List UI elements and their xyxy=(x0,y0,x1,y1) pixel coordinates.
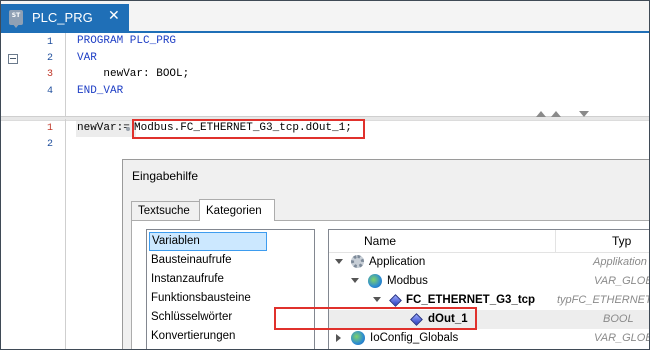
highlight-box xyxy=(132,119,365,139)
column-separator[interactable] xyxy=(555,230,556,252)
category-item[interactable]: Instanzaufrufe xyxy=(149,270,307,289)
editor-window: ST PLC_PRG ✕ 1 2 3 4 PROGRAM PLC_PRG VAR… xyxy=(0,0,650,350)
gutter-divider xyxy=(65,119,66,349)
tree-row[interactable]: Modbus VAR_GLOBAL xyxy=(329,272,649,291)
tree-item-name: Modbus xyxy=(387,275,428,287)
tree-item-name: IoConfig_Globals xyxy=(370,332,459,344)
category-item[interactable]: Variablen xyxy=(149,232,267,251)
close-icon[interactable]: ✕ xyxy=(108,8,120,24)
category-item[interactable]: Funktionsbausteine xyxy=(149,289,307,308)
category-list: Variablen Bausteinaufrufe Instanzaufrufe… xyxy=(146,229,315,349)
code-lhs[interactable]: newVar:= xyxy=(77,122,130,134)
expanded-icon[interactable] xyxy=(351,278,359,283)
tree-item-name: FC_ETHERNET_G3_tcp xyxy=(406,294,536,306)
st-file-icon: ST xyxy=(9,10,23,25)
symbol-tree: Name Typ Application Applikation Modbus … xyxy=(328,229,649,349)
tab-strip: ST PLC_PRG ✕ xyxy=(1,1,649,31)
tab-plc-prg[interactable]: ST PLC_PRG ✕ xyxy=(1,4,129,31)
code-line[interactable]: END_VAR xyxy=(77,85,123,97)
code-line[interactable]: PROGRAM PLC_PRG xyxy=(77,35,176,47)
tree-row[interactable]: IoConfig_Globals VAR_GLOBAL xyxy=(329,329,649,348)
tree-row[interactable]: Application Applikation xyxy=(329,253,649,272)
column-header-type[interactable]: Typ xyxy=(612,234,631,248)
code-line[interactable]: VAR xyxy=(77,52,97,64)
dialog-body: Variablen Bausteinaufrufe Instanzaufrufe… xyxy=(131,220,649,349)
highlight-box xyxy=(274,307,477,330)
line-number: 4 xyxy=(46,86,53,97)
column-header-name[interactable]: Name xyxy=(364,234,396,248)
line-number: 3 xyxy=(46,69,53,80)
splitter-up-icon[interactable] xyxy=(536,111,546,117)
tree-item-type: Applikation xyxy=(593,256,647,268)
line-number: 1 xyxy=(46,123,53,134)
collapsed-icon[interactable] xyxy=(336,334,341,342)
category-item[interactable]: Bausteinaufrufe xyxy=(149,251,307,270)
caret-icon xyxy=(126,127,130,131)
tab-textsuche[interactable]: Textsuche xyxy=(131,201,201,220)
expanded-icon[interactable] xyxy=(373,297,381,302)
gutter-divider xyxy=(65,33,66,116)
tree-item-type: VAR_GLOBAL xyxy=(594,275,649,287)
tab-underline xyxy=(1,31,649,33)
line-number: 2 xyxy=(46,139,53,150)
tab-label: PLC_PRG xyxy=(32,10,93,25)
global-vars-icon xyxy=(351,331,365,345)
tree-header: Name Typ xyxy=(329,230,649,253)
tree-item-type: VAR_GLOBAL xyxy=(594,332,649,344)
tree-item-type: typFC_ETHERNET_G xyxy=(557,294,649,306)
splitter-down-icon[interactable] xyxy=(579,111,589,117)
tree-item-type: BOOL xyxy=(603,313,634,325)
expanded-icon[interactable] xyxy=(335,259,343,264)
dialog-title: Eingabehilfe xyxy=(132,169,199,183)
tab-kategorien[interactable]: Kategorien xyxy=(199,199,275,221)
line-number: 1 xyxy=(46,37,53,48)
application-gear-icon xyxy=(351,255,364,268)
code-line[interactable]: newVar: BOOL; xyxy=(77,68,189,80)
instance-icon xyxy=(389,294,402,307)
global-vars-icon xyxy=(368,274,382,288)
tree-item-name: Application xyxy=(369,256,426,268)
splitter-up-icon[interactable] xyxy=(551,111,561,117)
line-number: 2 xyxy=(46,53,53,64)
